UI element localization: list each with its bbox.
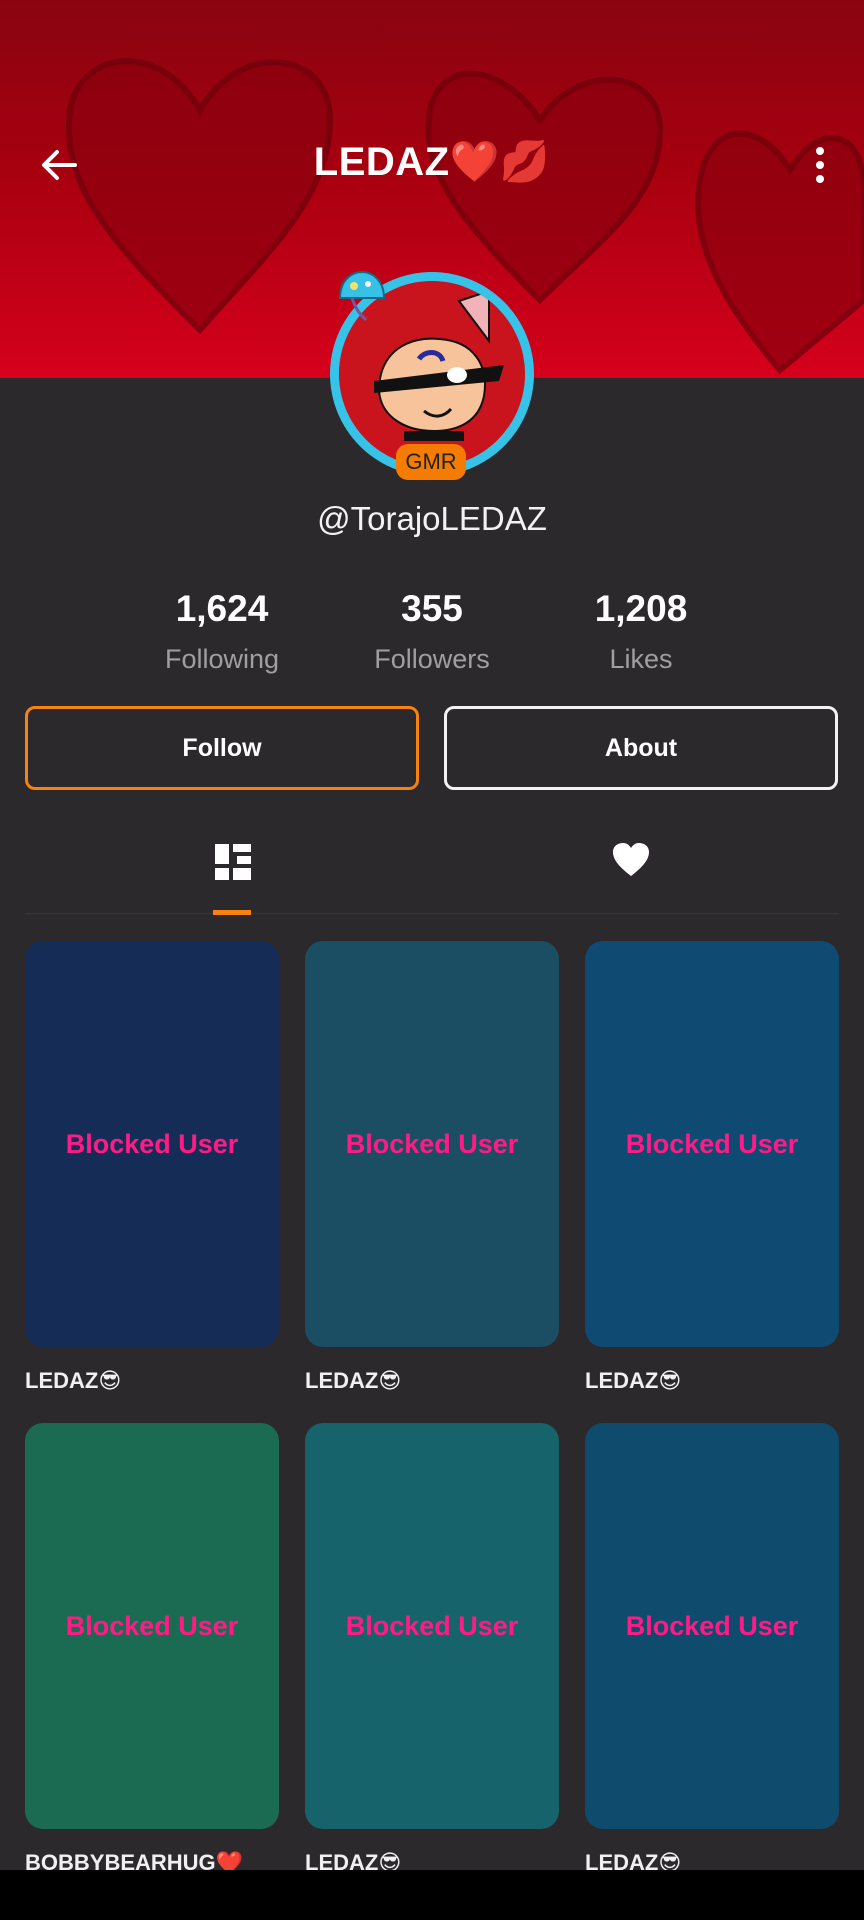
tab-liked[interactable]: [601, 830, 661, 914]
gmr-badge: GMR: [396, 444, 466, 480]
blocked-user-label: Blocked User: [345, 1128, 519, 1159]
more-options-button[interactable]: [800, 138, 840, 192]
jellyfish-decoration-icon: [338, 270, 386, 322]
likes-count: 1,208: [594, 588, 688, 629]
following-count: 1,624: [175, 588, 269, 629]
video-card[interactable]: Blocked User: [585, 941, 839, 1347]
profile-tabs: [25, 830, 839, 915]
followers-count: 355: [401, 588, 463, 629]
video-card[interactable]: Blocked User: [305, 941, 559, 1347]
blocked-user-label: Blocked User: [65, 1128, 239, 1159]
about-button[interactable]: About: [444, 706, 838, 790]
blocked-user-label: Blocked User: [345, 1610, 519, 1641]
followers-label: Followers: [374, 644, 490, 674]
video-card[interactable]: Blocked User: [25, 1423, 279, 1829]
blocked-user-label: Blocked User: [625, 1610, 799, 1641]
blocked-user-label: Blocked User: [625, 1128, 799, 1159]
video-caption[interactable]: LEDAZ😎: [585, 1368, 681, 1394]
more-vertical-icon: [816, 147, 824, 155]
profile-username: @TorajoLEDAZ: [317, 500, 547, 537]
video-card[interactable]: Blocked User: [585, 1423, 839, 1829]
followers-stat[interactable]: 355 Followers: [332, 588, 532, 675]
heart-icon: [613, 843, 649, 876]
tab-videos[interactable]: [203, 830, 263, 914]
video-caption[interactable]: LEDAZ😎: [305, 1368, 401, 1394]
likes-label: Likes: [609, 644, 673, 674]
video-caption[interactable]: LEDAZ😎: [25, 1368, 121, 1394]
video-card[interactable]: Blocked User: [305, 1423, 559, 1829]
following-label: Following: [164, 644, 280, 674]
blocked-user-label: Blocked User: [65, 1610, 239, 1641]
system-navigation-bar: [0, 1870, 864, 1920]
profile-page: LEDAZ❤️💋 GMR @TorajoLEDAZ 1,624 Followin…: [0, 0, 864, 1920]
likes-stat[interactable]: 1,208 Likes: [541, 588, 741, 675]
video-card[interactable]: Blocked User: [25, 941, 279, 1347]
avatar[interactable]: GMR: [326, 268, 538, 480]
follow-button[interactable]: Follow: [25, 706, 419, 790]
top-bar: LEDAZ❤️💋: [0, 120, 864, 210]
tab-indicator: [213, 910, 251, 915]
profile-title: LEDAZ❤️💋: [313, 140, 551, 184]
following-stat[interactable]: 1,624 Following: [122, 588, 322, 675]
video-grid-icon: [215, 844, 251, 880]
